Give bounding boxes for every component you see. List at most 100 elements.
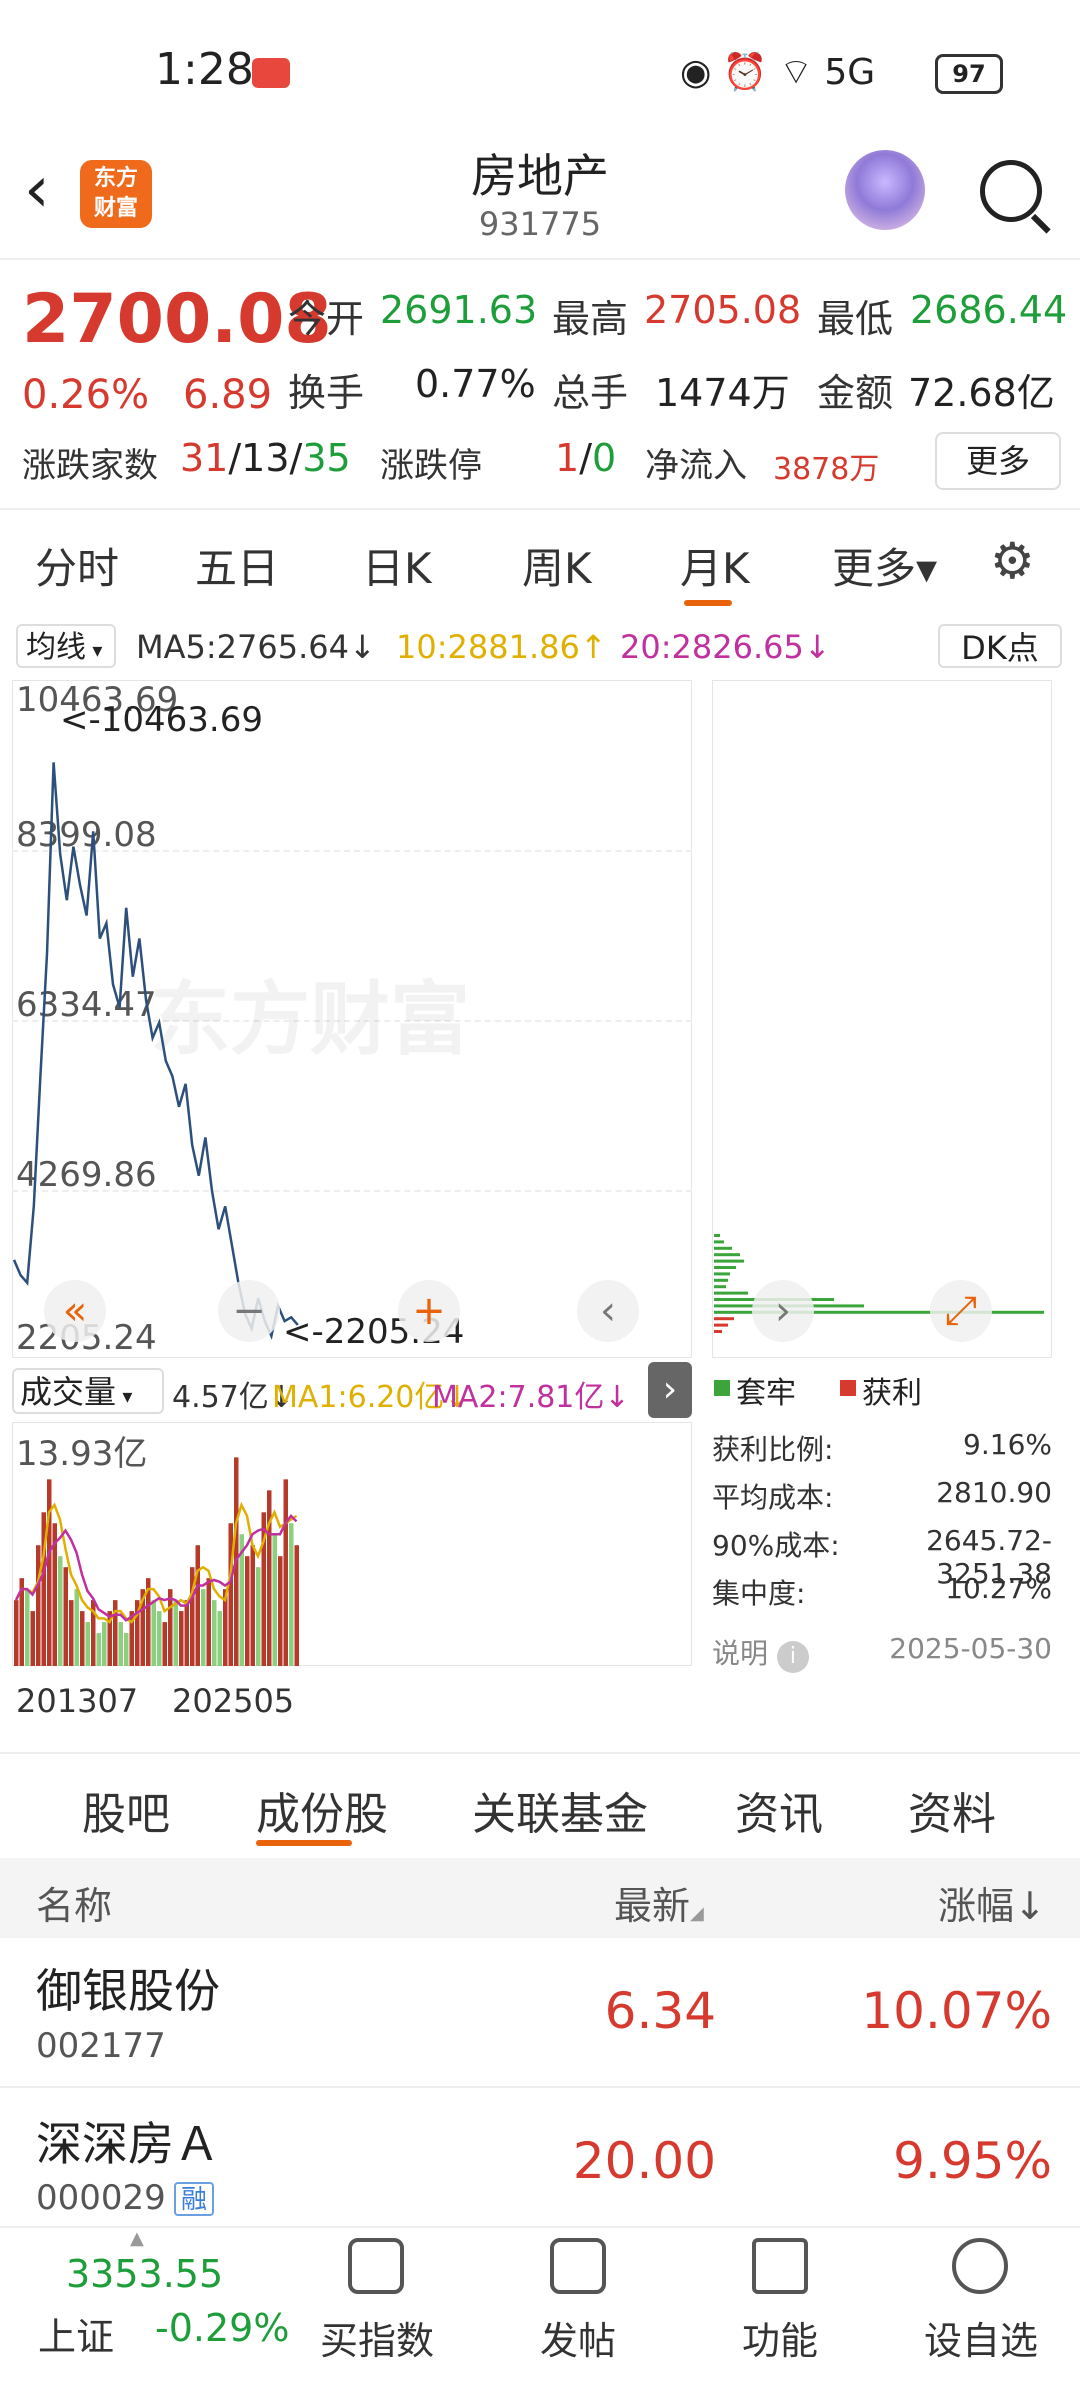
nav-buy-index[interactable]: 买指数 — [320, 2310, 434, 2365]
volume-bar — [151, 1600, 156, 1666]
nav-add-watchlist[interactable]: 设自选 — [924, 2310, 1038, 2365]
chip-bar — [714, 1240, 724, 1244]
volume-bar — [25, 1589, 30, 1666]
rewind-button[interactable]: « — [44, 1280, 106, 1342]
breadth-up: 31 — [180, 436, 229, 480]
nav-functions[interactable]: 功能 — [742, 2310, 818, 2365]
volume-bar — [201, 1589, 206, 1666]
note-label: 说明 — [712, 1637, 769, 1670]
tab-constituents[interactable]: 成份股 — [256, 1778, 388, 1842]
buy-index-chart-icon[interactable] — [348, 2238, 404, 2294]
tab-news[interactable]: 资讯 — [735, 1778, 823, 1842]
column-change-sort[interactable]: 涨幅↓ — [938, 1875, 1046, 1930]
tab-intraday[interactable]: 分时 — [35, 535, 119, 596]
chip-bar — [714, 1253, 740, 1257]
volume-bar — [157, 1611, 162, 1666]
low-value: 2686.44 — [910, 288, 1068, 332]
tab-more[interactable]: 更多▾ — [832, 535, 937, 596]
low-label: 最低 — [817, 297, 894, 341]
volume-bar — [179, 1611, 184, 1666]
dk-point-button[interactable]: DK点 — [938, 624, 1062, 668]
list-header — [0, 1858, 1080, 1938]
volume-bar — [206, 1578, 211, 1666]
expand-icon[interactable]: ⤢ — [930, 1280, 992, 1342]
limit-values: 1/0 — [555, 436, 616, 480]
tab-weekly-k[interactable]: 周K — [522, 535, 592, 596]
profit-ratio-value: 9.16% — [963, 1428, 1052, 1461]
volume-bar — [118, 1622, 123, 1666]
volume-value: 1474万 — [655, 371, 790, 415]
sh-index-change: -0.29% — [155, 2306, 290, 2350]
edit-post-icon[interactable] — [550, 2238, 606, 2294]
active-section-indicator — [256, 1840, 352, 1846]
breadth-values: 31/13/35 — [180, 436, 351, 480]
robot-assistant-icon[interactable] — [845, 150, 925, 230]
dk-label: DK点 — [961, 629, 1039, 667]
volume-bar — [80, 1611, 85, 1666]
ma10-value: 10:2881.86↑ — [396, 628, 607, 666]
volume-bar — [96, 1633, 101, 1666]
price-series-line — [12, 762, 299, 1341]
tab-related-funds[interactable]: 关联基金 — [472, 1778, 648, 1842]
volume-bar — [256, 1567, 261, 1666]
concentration-label: 集中度: — [712, 1577, 806, 1610]
turnover-label: 换手 — [288, 371, 365, 415]
volume-select[interactable]: 成交量 ▾ — [12, 1368, 164, 1414]
netflow-value: 3878万 — [773, 452, 880, 487]
ma20-value: 20:2826.65↓ — [620, 628, 831, 666]
ma-select[interactable]: 均线 ▾ — [16, 624, 116, 668]
page-title: 房地产 — [471, 149, 609, 203]
zoom-out-button[interactable]: − — [218, 1280, 280, 1342]
tab-forum[interactable]: 股吧 — [82, 1778, 170, 1842]
volume-bar — [184, 1600, 189, 1666]
breadth-flat: 13 — [241, 436, 290, 480]
open-label: 今开 — [288, 297, 365, 341]
more-dots-icon[interactable] — [952, 2238, 1008, 2294]
ma5-value: MA5:2765.64↓ — [136, 628, 376, 666]
chip-bar — [714, 1246, 732, 1250]
chip-bar — [714, 1330, 722, 1333]
back-arrow-icon[interactable]: ‹ — [24, 150, 72, 230]
grid-function-icon[interactable] — [752, 2238, 808, 2294]
search-icon[interactable] — [980, 160, 1042, 222]
x-axis-label: 201307 — [16, 1682, 139, 1720]
limit-down: 0 — [592, 436, 617, 480]
volume-bar — [63, 1567, 68, 1666]
last-price: 2700.08 — [22, 280, 332, 359]
volume-bar — [195, 1545, 200, 1666]
volume-bar — [173, 1600, 178, 1666]
zoom-in-button[interactable]: + — [398, 1280, 460, 1342]
margin-badge: 融 — [174, 2182, 214, 2216]
turnover-value: 0.77% — [415, 362, 536, 406]
sh-index-value[interactable]: 3353.55 — [66, 2252, 223, 2296]
chevron-right-icon[interactable]: › — [648, 1362, 692, 1418]
tab-monthly-k[interactable]: 月K — [680, 535, 750, 596]
limit-label: 涨跌停 — [380, 446, 482, 486]
chip-bar — [714, 1259, 744, 1263]
volume-bar — [47, 1479, 52, 1666]
volume-bar — [58, 1556, 63, 1666]
ma-select-label: 均线 — [26, 630, 86, 665]
nav-post[interactable]: 发帖 — [540, 2310, 616, 2365]
tab-daily-k[interactable]: 日K — [362, 535, 432, 596]
more-button[interactable]: 更多 — [935, 432, 1061, 490]
volume-bar — [289, 1523, 294, 1666]
column-latest[interactable]: 最新◢ — [614, 1875, 704, 1930]
stock-name: 御银股份 — [36, 1964, 220, 2018]
volume-bar — [217, 1611, 222, 1666]
volume-label: 总手 — [552, 371, 629, 415]
prev-button[interactable]: ‹ — [577, 1280, 639, 1342]
kline-line-svg — [12, 762, 299, 1341]
chip-bar — [714, 1285, 726, 1289]
volume-ma2: MA2:7.81亿↓ — [432, 1380, 630, 1415]
tab-profile[interactable]: 资料 — [908, 1778, 996, 1842]
next-button[interactable]: › — [752, 1280, 814, 1342]
section-divider — [0, 1752, 1080, 1754]
limit-up: 1 — [555, 436, 580, 480]
note-link[interactable]: 说明 i — [712, 1632, 809, 1673]
tab-five-day[interactable]: 五日 — [195, 535, 279, 596]
gear-icon[interactable]: ⚙ — [990, 535, 1042, 587]
collapse-arrow-icon[interactable]: ▲ — [130, 2228, 144, 2249]
concentration-value: 10.27% — [945, 1572, 1052, 1605]
stock-code: 000029 — [36, 2178, 166, 2218]
